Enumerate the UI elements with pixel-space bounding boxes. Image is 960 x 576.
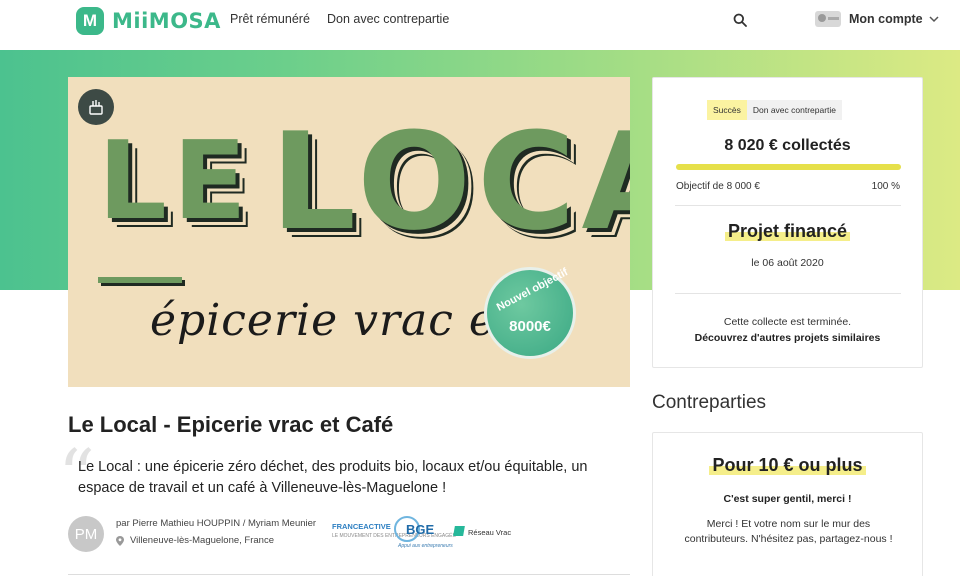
status-tags: Succès Don avec contrepartie bbox=[707, 100, 843, 120]
account-menu[interactable]: Mon compte bbox=[815, 11, 939, 27]
hero-image-title-le: LE bbox=[98, 119, 253, 244]
partner-reseau-vrac[interactable]: Réseau Vrac bbox=[468, 528, 511, 537]
funding-goal: Objectif de 8 000 € bbox=[676, 181, 760, 192]
reseau-vrac-logo-icon bbox=[453, 526, 465, 536]
type-badge: Don avec contrepartie bbox=[746, 100, 843, 120]
project-title: Le Local - Epicerie vrac et Café bbox=[68, 412, 394, 437]
divider bbox=[68, 574, 630, 575]
project-description: Le Local : une épicerie zéro déchet, des… bbox=[78, 459, 588, 496]
author-names[interactable]: par Pierre Mathieu HOUPPIN / Myriam Meun… bbox=[116, 518, 316, 529]
author-avatar[interactable]: PM bbox=[68, 516, 104, 552]
funded-heading: Projet financé bbox=[653, 221, 922, 242]
location-pin-icon bbox=[116, 535, 124, 546]
project-location: Villeneuve-lès-Maguelone, France bbox=[116, 535, 274, 546]
top-navbar: M MiiMOSA Prêt rémunéré Don avec contrep… bbox=[0, 0, 960, 50]
reward-subtitle: C'est super gentil, merci ! bbox=[723, 493, 852, 505]
chevron-down-icon bbox=[929, 16, 939, 23]
hero-image-title-local: LOCAL bbox=[270, 104, 630, 260]
avatar bbox=[815, 11, 841, 27]
divider bbox=[675, 205, 901, 206]
sticker-value: 8000€ bbox=[509, 318, 551, 335]
partner-logos: FRANCEACTIVE LE MOUVEMENT DES ENTREPRENE… bbox=[332, 514, 512, 554]
partner-france-active[interactable]: FRANCEACTIVE bbox=[332, 522, 391, 531]
campaign-ended-text: Cette collecte est terminée. bbox=[723, 316, 852, 328]
funding-progress-bar bbox=[676, 164, 901, 170]
partner-bge[interactable]: BGE bbox=[406, 522, 434, 537]
reward-description: Merci ! Et votre nom sur le mur des cont… bbox=[684, 518, 893, 545]
funding-summary-card: Succès Don avec contrepartie 8 020 € col… bbox=[652, 77, 923, 368]
discover-similar-projects-link[interactable]: Découvrez d'autres projets similaires bbox=[653, 332, 922, 344]
brand-logo[interactable]: M MiiMOSA bbox=[76, 7, 221, 35]
nav-link-don-avec-contrepartie[interactable]: Don avec contrepartie bbox=[327, 12, 449, 26]
project-hero-image: LELOCAL épicerie vrac et c Nouvel object… bbox=[68, 77, 630, 387]
sticker-label: Nouvel objectif bbox=[494, 266, 571, 314]
brand-logo-icon: M bbox=[76, 7, 104, 35]
status-badge: Succès bbox=[707, 100, 747, 120]
location-text: Villeneuve-lès-Maguelone, France bbox=[130, 535, 274, 546]
reward-title-text: Pour 10 € ou plus bbox=[709, 455, 866, 475]
grocery-icon bbox=[89, 100, 103, 115]
amount-collected: 8 020 € collectés bbox=[724, 137, 851, 154]
reward-title: Pour 10 € ou plus bbox=[653, 455, 922, 476]
partner-france-active-sub: LE MOUVEMENT DES ENTREPRENEURS ENGAGÉS bbox=[332, 533, 456, 539]
account-label: Mon compte bbox=[849, 12, 923, 26]
hero-image-title: LELOCAL bbox=[98, 115, 630, 249]
nav-link-pret-remunere[interactable]: Prêt rémunéré bbox=[230, 12, 310, 26]
funding-percent: 100 % bbox=[871, 181, 900, 192]
funded-date: le 06 août 2020 bbox=[751, 257, 824, 269]
rewards-heading: Contreparties bbox=[652, 392, 767, 413]
brand-name: MiiMOSA bbox=[112, 9, 221, 33]
reward-card[interactable]: Pour 10 € ou plus C'est super gentil, me… bbox=[652, 432, 923, 576]
search-icon[interactable] bbox=[733, 13, 747, 27]
funding-progress-fill bbox=[676, 164, 901, 170]
new-goal-sticker: Nouvel objectif 8000€ bbox=[484, 266, 576, 359]
partner-bge-sub: Appui aux entrepreneurs bbox=[398, 543, 453, 549]
funded-label: Projet financé bbox=[724, 221, 851, 241]
hero-underline bbox=[98, 277, 182, 283]
divider bbox=[675, 293, 901, 294]
